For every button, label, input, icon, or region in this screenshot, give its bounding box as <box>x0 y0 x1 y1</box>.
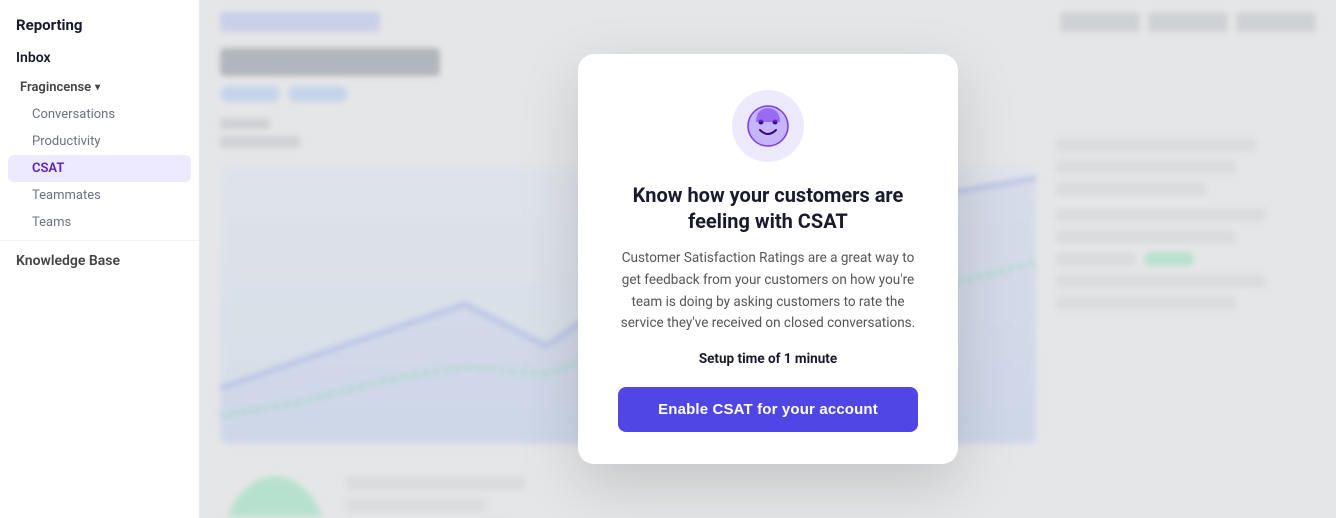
submenu-label-text: Fragincense <box>20 80 91 95</box>
sidebar-submenu-fragincense[interactable]: Fragincense ▾ <box>0 74 199 101</box>
csat-modal: Know how your customers are feeling with… <box>578 54 958 463</box>
setup-time-bold: 1 minute <box>784 351 837 367</box>
sidebar-section-title: Reporting <box>0 0 199 42</box>
sidebar-item-productivity[interactable]: Productivity <box>0 128 199 155</box>
modal-description: Customer Satisfaction Ratings are a grea… <box>618 248 918 334</box>
sidebar-inbox-label: Inbox <box>0 42 199 74</box>
setup-time-prefix: Setup time of <box>699 351 784 367</box>
sidebar-item-teammates[interactable]: Teammates <box>0 182 199 209</box>
modal-overlay: Know how your customers are feeling with… <box>200 0 1336 518</box>
chevron-down-icon: ▾ <box>95 82 100 93</box>
enable-csat-button[interactable]: Enable CSAT for your account <box>618 387 918 432</box>
modal-avatar <box>732 90 804 162</box>
sidebar-item-teams[interactable]: Teams <box>0 209 199 236</box>
sidebar-item-conversations[interactable]: Conversations <box>0 101 199 128</box>
sidebar-item-knowledge-base[interactable]: Knowledge Base <box>0 245 199 277</box>
modal-setup-time: Setup time of 1 minute <box>618 351 918 367</box>
main-content: Know how your customers are feeling with… <box>200 0 1336 518</box>
sidebar-item-csat[interactable]: CSAT <box>8 155 191 182</box>
modal-title: Know how your customers are feeling with… <box>618 182 918 234</box>
sidebar-divider <box>0 240 199 241</box>
happy-face-icon <box>746 104 790 148</box>
sidebar: Reporting Inbox Fragincense ▾ Conversati… <box>0 0 200 518</box>
